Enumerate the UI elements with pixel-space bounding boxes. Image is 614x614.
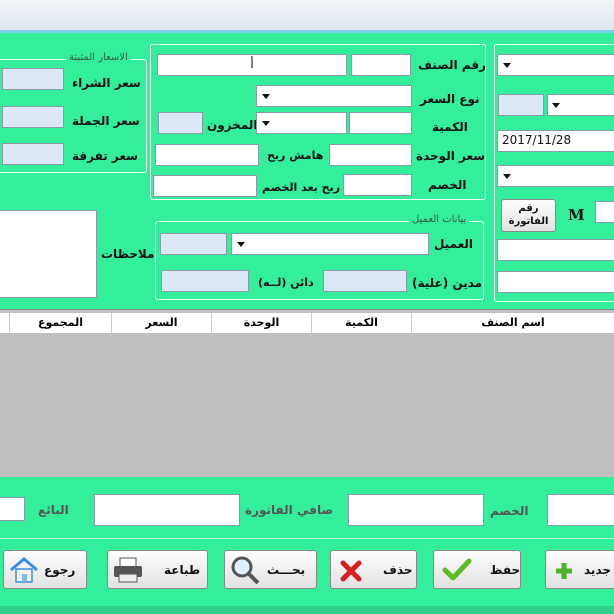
seller-label: البائع [38, 503, 69, 517]
chevron-down-icon [552, 103, 560, 108]
item-discount-label: الخصم [428, 178, 467, 192]
new-button-label: جديد [584, 563, 612, 577]
notes-label: ملاحظات [101, 247, 155, 261]
items-grid[interactable] [0, 309, 614, 477]
invoice-number-button-label: رقم الفاتورة [508, 203, 549, 227]
title-strip [0, 0, 614, 30]
search-button[interactable]: بحـــث [224, 550, 317, 589]
total-discount-label: الخصم [490, 504, 529, 518]
invoice-extra-field-2[interactable] [497, 271, 614, 293]
print-button[interactable]: طباعة [107, 550, 208, 589]
invoice-date-field[interactable]: 2017/11/28 [497, 130, 614, 152]
delete-button-label: حذف [383, 563, 413, 577]
chevron-down-icon [262, 94, 270, 99]
column-header-total[interactable]: المجموع [10, 313, 112, 333]
purchase-price-label: سعر الشراء [72, 76, 141, 90]
item-code-label: رقم الصنف [418, 58, 486, 72]
fixed-prices-title: الاسعار المثبتة [66, 52, 131, 63]
creditor-label: دائن (لــه) [258, 276, 314, 289]
column-header-unit[interactable]: الوحدة [212, 313, 312, 333]
wholesale-price-field[interactable] [2, 106, 64, 128]
column-header-price[interactable]: السعر [112, 313, 212, 333]
back-button[interactable]: رجوع [3, 550, 87, 589]
m-label: M [568, 206, 585, 224]
stock-field[interactable] [158, 112, 203, 134]
home-icon [10, 557, 38, 583]
checkmark-icon [442, 558, 472, 581]
retail-price-field[interactable] [2, 143, 64, 165]
price-type-label: نوع السعر [420, 92, 480, 106]
item-code-field[interactable] [351, 54, 411, 76]
printer-icon [114, 557, 142, 583]
profit-after-discount-field[interactable] [153, 175, 257, 197]
x-icon [340, 560, 362, 582]
quantity-field[interactable] [349, 112, 412, 134]
retail-price-label: سعر تفرقة [72, 149, 138, 163]
customer-label: العميل [434, 237, 474, 251]
delete-button[interactable]: حذف [330, 550, 417, 589]
grid-header-left-cap [0, 313, 10, 333]
invoice-number-button[interactable]: رقم الفاتورة [501, 199, 556, 232]
invoice-small-field[interactable] [498, 94, 544, 116]
invoice-store-dropdown[interactable] [547, 94, 614, 116]
net-invoice-field[interactable] [94, 494, 240, 526]
bottom-edge [0, 606, 614, 614]
invoice-number-field[interactable] [595, 201, 614, 223]
save-button[interactable]: حفظ [433, 550, 521, 589]
chevron-down-icon [262, 121, 270, 126]
column-header-quantity[interactable]: الكمية [312, 313, 412, 333]
save-button-label: حفظ [490, 563, 521, 577]
profit-margin-field[interactable] [155, 144, 259, 166]
item-name-value: أ [250, 57, 254, 71]
total-discount-field[interactable] [348, 494, 484, 526]
print-button-label: طباعة [164, 563, 201, 577]
wholesale-price-label: سعر الجملة [72, 114, 140, 128]
invoice-date-value: 2017/11/28 [502, 133, 572, 147]
item-discount-field[interactable] [343, 174, 412, 196]
search-button-label: بحـــث [267, 563, 306, 577]
magnifier-icon [231, 556, 260, 585]
unit-price-label: سعر الوحدة [416, 149, 486, 163]
title-strip-edge [0, 30, 614, 33]
chevron-down-icon [237, 242, 245, 247]
total-field[interactable] [547, 494, 614, 526]
notes-textarea[interactable] [0, 210, 97, 298]
back-button-label: رجوع [44, 563, 76, 577]
debtor-label: مدين (علية) [412, 276, 483, 290]
chevron-down-icon [503, 174, 511, 179]
customer-title: بيانات العميل [409, 214, 470, 225]
customer-code-field[interactable] [160, 233, 227, 255]
quantity-label: الكمية [432, 120, 468, 134]
seller-field[interactable] [0, 497, 25, 521]
price-type-dropdown[interactable] [256, 85, 412, 107]
profit-after-discount-label: ربح بعد الخصم [262, 181, 341, 194]
item-name-field[interactable]: أ [157, 54, 347, 76]
customer-dropdown[interactable] [231, 233, 429, 255]
separator [0, 538, 614, 539]
plus-icon [556, 563, 572, 579]
payment-type-dropdown[interactable] [497, 165, 614, 187]
creditor-field[interactable] [161, 270, 249, 292]
profit-margin-label: هامش ربح [267, 149, 324, 162]
unit-price-field[interactable] [329, 144, 412, 166]
purchase-price-field[interactable] [2, 68, 64, 90]
invoice-extra-field-1[interactable] [497, 239, 614, 261]
chevron-down-icon [503, 63, 511, 68]
net-invoice-label: صافي الفاتورة [245, 503, 334, 517]
column-header-item-name[interactable]: اسم الصنف [412, 313, 614, 333]
invoice-type-dropdown[interactable] [497, 54, 614, 76]
new-button[interactable]: جديد [545, 550, 614, 589]
stock-label: المخزون [207, 118, 258, 132]
unit-dropdown[interactable] [256, 112, 347, 134]
debtor-field[interactable] [323, 270, 407, 292]
